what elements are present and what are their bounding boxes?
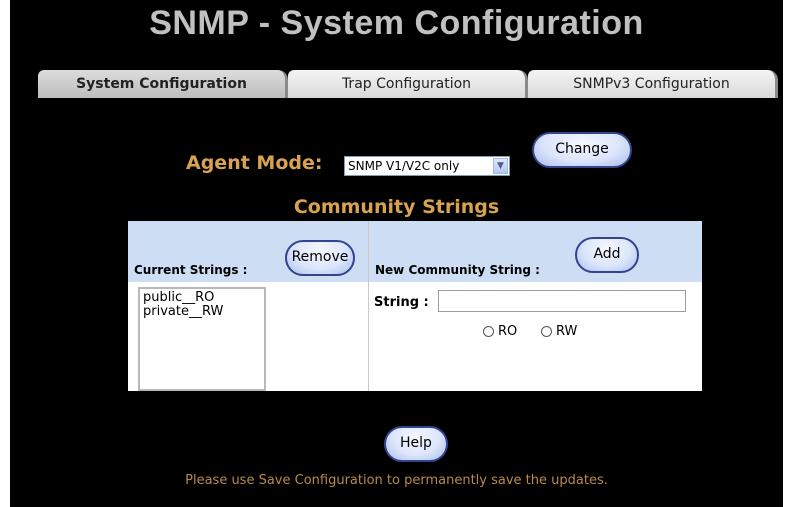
add-button[interactable]: Add: [575, 237, 639, 273]
new-community-string-label: New Community String :: [375, 263, 540, 277]
tab-snmpv3-configuration[interactable]: SNMPv3 Configuration: [528, 70, 778, 98]
change-button[interactable]: Change: [532, 132, 632, 168]
community-strings-table: Current Strings : Remove public__RO priv…: [128, 221, 702, 391]
current-strings-listbox[interactable]: public__RO private__RW: [138, 287, 266, 391]
agent-mode-selected-value: SNMP V1/V2C only: [348, 159, 460, 173]
new-string-column: New Community String : Add String : RO R…: [369, 221, 702, 391]
current-strings-header: Current Strings : Remove: [128, 221, 368, 282]
radio-rw-label: RW: [556, 324, 578, 339]
tab-system-configuration[interactable]: System Configuration: [38, 70, 288, 98]
footer-note: Please use Save Configuration to permane…: [185, 473, 608, 488]
page-title: SNMP - System Configuration: [149, 4, 644, 42]
list-item[interactable]: private__RW: [143, 305, 261, 319]
tab-bar: System Configuration Trap Configuration …: [38, 70, 778, 100]
tab-trap-configuration[interactable]: Trap Configuration: [288, 70, 528, 98]
current-strings-column: Current Strings : Remove public__RO priv…: [128, 221, 369, 391]
string-label: String :: [374, 295, 429, 310]
chevron-down-icon[interactable]: ▼: [493, 158, 508, 174]
community-strings-title: Community Strings: [293, 196, 500, 218]
radio-ro-label: RO: [498, 324, 518, 339]
remove-button[interactable]: Remove: [285, 240, 355, 276]
new-string-header: New Community String : Add: [369, 221, 702, 282]
agent-mode-select[interactable]: SNMP V1/V2C only ▼: [344, 156, 510, 176]
agent-mode-label: Agent Mode:: [186, 152, 323, 174]
current-strings-label: Current Strings :: [134, 263, 248, 277]
radio-circle-icon[interactable]: [541, 326, 552, 337]
list-item[interactable]: public__RO: [143, 291, 261, 305]
radio-circle-icon[interactable]: [483, 326, 494, 337]
page-frame: SNMP - System Configuration System Confi…: [10, 0, 783, 507]
help-button[interactable]: Help: [384, 426, 448, 462]
string-input[interactable]: [438, 290, 686, 312]
